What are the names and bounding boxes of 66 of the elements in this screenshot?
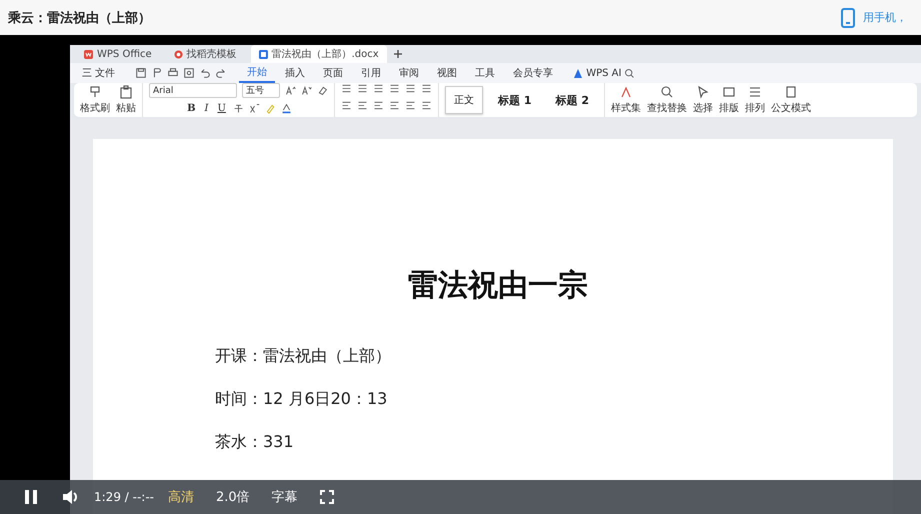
ribbon-tool-button[interactable]: 公文模式 xyxy=(770,85,811,115)
app-tab[interactable]: 雷法祝由（上部）.docx xyxy=(250,45,387,63)
quality-button[interactable]: 高清 xyxy=(168,488,194,506)
ai-logo-icon xyxy=(573,68,584,78)
document-file-icon xyxy=(258,50,268,58)
paste-button[interactable]: 粘贴 xyxy=(116,85,136,115)
document-mode-icon[interactable] xyxy=(784,85,798,99)
app-tab[interactable]: WPS Office xyxy=(76,45,160,63)
font-name-field[interactable]: Arial xyxy=(149,83,237,98)
pause-button[interactable] xyxy=(24,489,38,505)
menu-tab[interactable]: 三 文件 xyxy=(74,64,124,82)
document-line: 茶水：331 xyxy=(215,432,294,453)
cursor-icon[interactable] xyxy=(696,85,710,99)
wps-ai-button[interactable]: WPS AI xyxy=(586,68,622,78)
superscript-icon[interactable] xyxy=(248,103,260,114)
menu-tab[interactable]: 插入 xyxy=(277,64,314,82)
font-size-field[interactable]: 五号 xyxy=(242,83,280,98)
font-color-icon[interactable] xyxy=(280,103,292,114)
ribbon-tool-button[interactable]: 选择 xyxy=(692,85,713,115)
volume-icon[interactable] xyxy=(62,489,80,505)
arrange-icon[interactable] xyxy=(748,85,762,99)
menu-tab[interactable]: 工具 xyxy=(467,64,504,82)
strikethrough-icon[interactable] xyxy=(232,103,244,114)
speed-button[interactable]: 2.0倍 xyxy=(216,488,250,506)
styles-icon[interactable] xyxy=(618,85,633,99)
print-icon[interactable] xyxy=(167,67,180,79)
italic-button[interactable]: I xyxy=(202,103,210,114)
style-option[interactable]: 标题 2 xyxy=(546,86,598,114)
clipboard-icon[interactable] xyxy=(119,85,133,99)
brush-icon[interactable] xyxy=(88,85,102,99)
format-painter-button[interactable]: 格式刷 xyxy=(80,85,110,115)
fullscreen-icon[interactable] xyxy=(320,490,334,504)
menu-tab[interactable]: 视图 xyxy=(429,64,466,82)
ribbon-tool-button[interactable]: 样式集 xyxy=(610,85,641,115)
align-left-icon[interactable] xyxy=(341,100,352,111)
style-option[interactable]: 标题 1 xyxy=(489,86,540,114)
phone-icon[interactable] xyxy=(841,8,855,28)
video-title: 乘云：雷法祝由（上部） xyxy=(8,10,151,26)
ribbon-tool-button[interactable]: 查找替换 xyxy=(646,85,687,115)
app-tab[interactable]: 找稻壳模板 xyxy=(166,45,245,63)
ribbon-tool-button[interactable]: 排列 xyxy=(744,85,765,115)
subtitles-button[interactable]: 字幕 xyxy=(272,488,298,506)
menu-tab[interactable]: 引用 xyxy=(353,64,390,82)
eraser-icon[interactable] xyxy=(317,85,328,96)
grow-font-icon[interactable] xyxy=(285,85,296,96)
menu-tab[interactable]: 会员专享 xyxy=(505,64,562,82)
menu-tab[interactable]: 审阅 xyxy=(391,64,428,82)
style-option[interactable]: 正文 xyxy=(445,86,483,114)
playback-time: 1:29 / --:-- xyxy=(94,490,154,504)
wps-logo-icon xyxy=(84,50,93,58)
layout-icon[interactable] xyxy=(722,85,736,99)
menu-tab[interactable]: 页面 xyxy=(315,64,352,82)
document-line: 时间：12 月6日20：13 xyxy=(215,389,388,410)
ribbon-tool-button[interactable]: 排版 xyxy=(718,85,739,115)
document-title: 雷法祝由一宗 xyxy=(408,267,588,305)
document-line: 开课：雷法祝由（上部） xyxy=(215,346,391,367)
search-icon[interactable] xyxy=(624,68,636,78)
template-logo-icon xyxy=(174,50,183,58)
new-tab-icon[interactable] xyxy=(392,49,403,59)
redo-icon[interactable] xyxy=(215,67,228,79)
search-icon[interactable] xyxy=(660,85,674,99)
undo-icon[interactable] xyxy=(199,67,212,79)
save-icon[interactable] xyxy=(135,67,148,79)
bold-button[interactable]: B xyxy=(185,103,198,114)
shrink-font-icon[interactable] xyxy=(301,85,312,96)
underline-button[interactable]: U xyxy=(215,103,228,114)
